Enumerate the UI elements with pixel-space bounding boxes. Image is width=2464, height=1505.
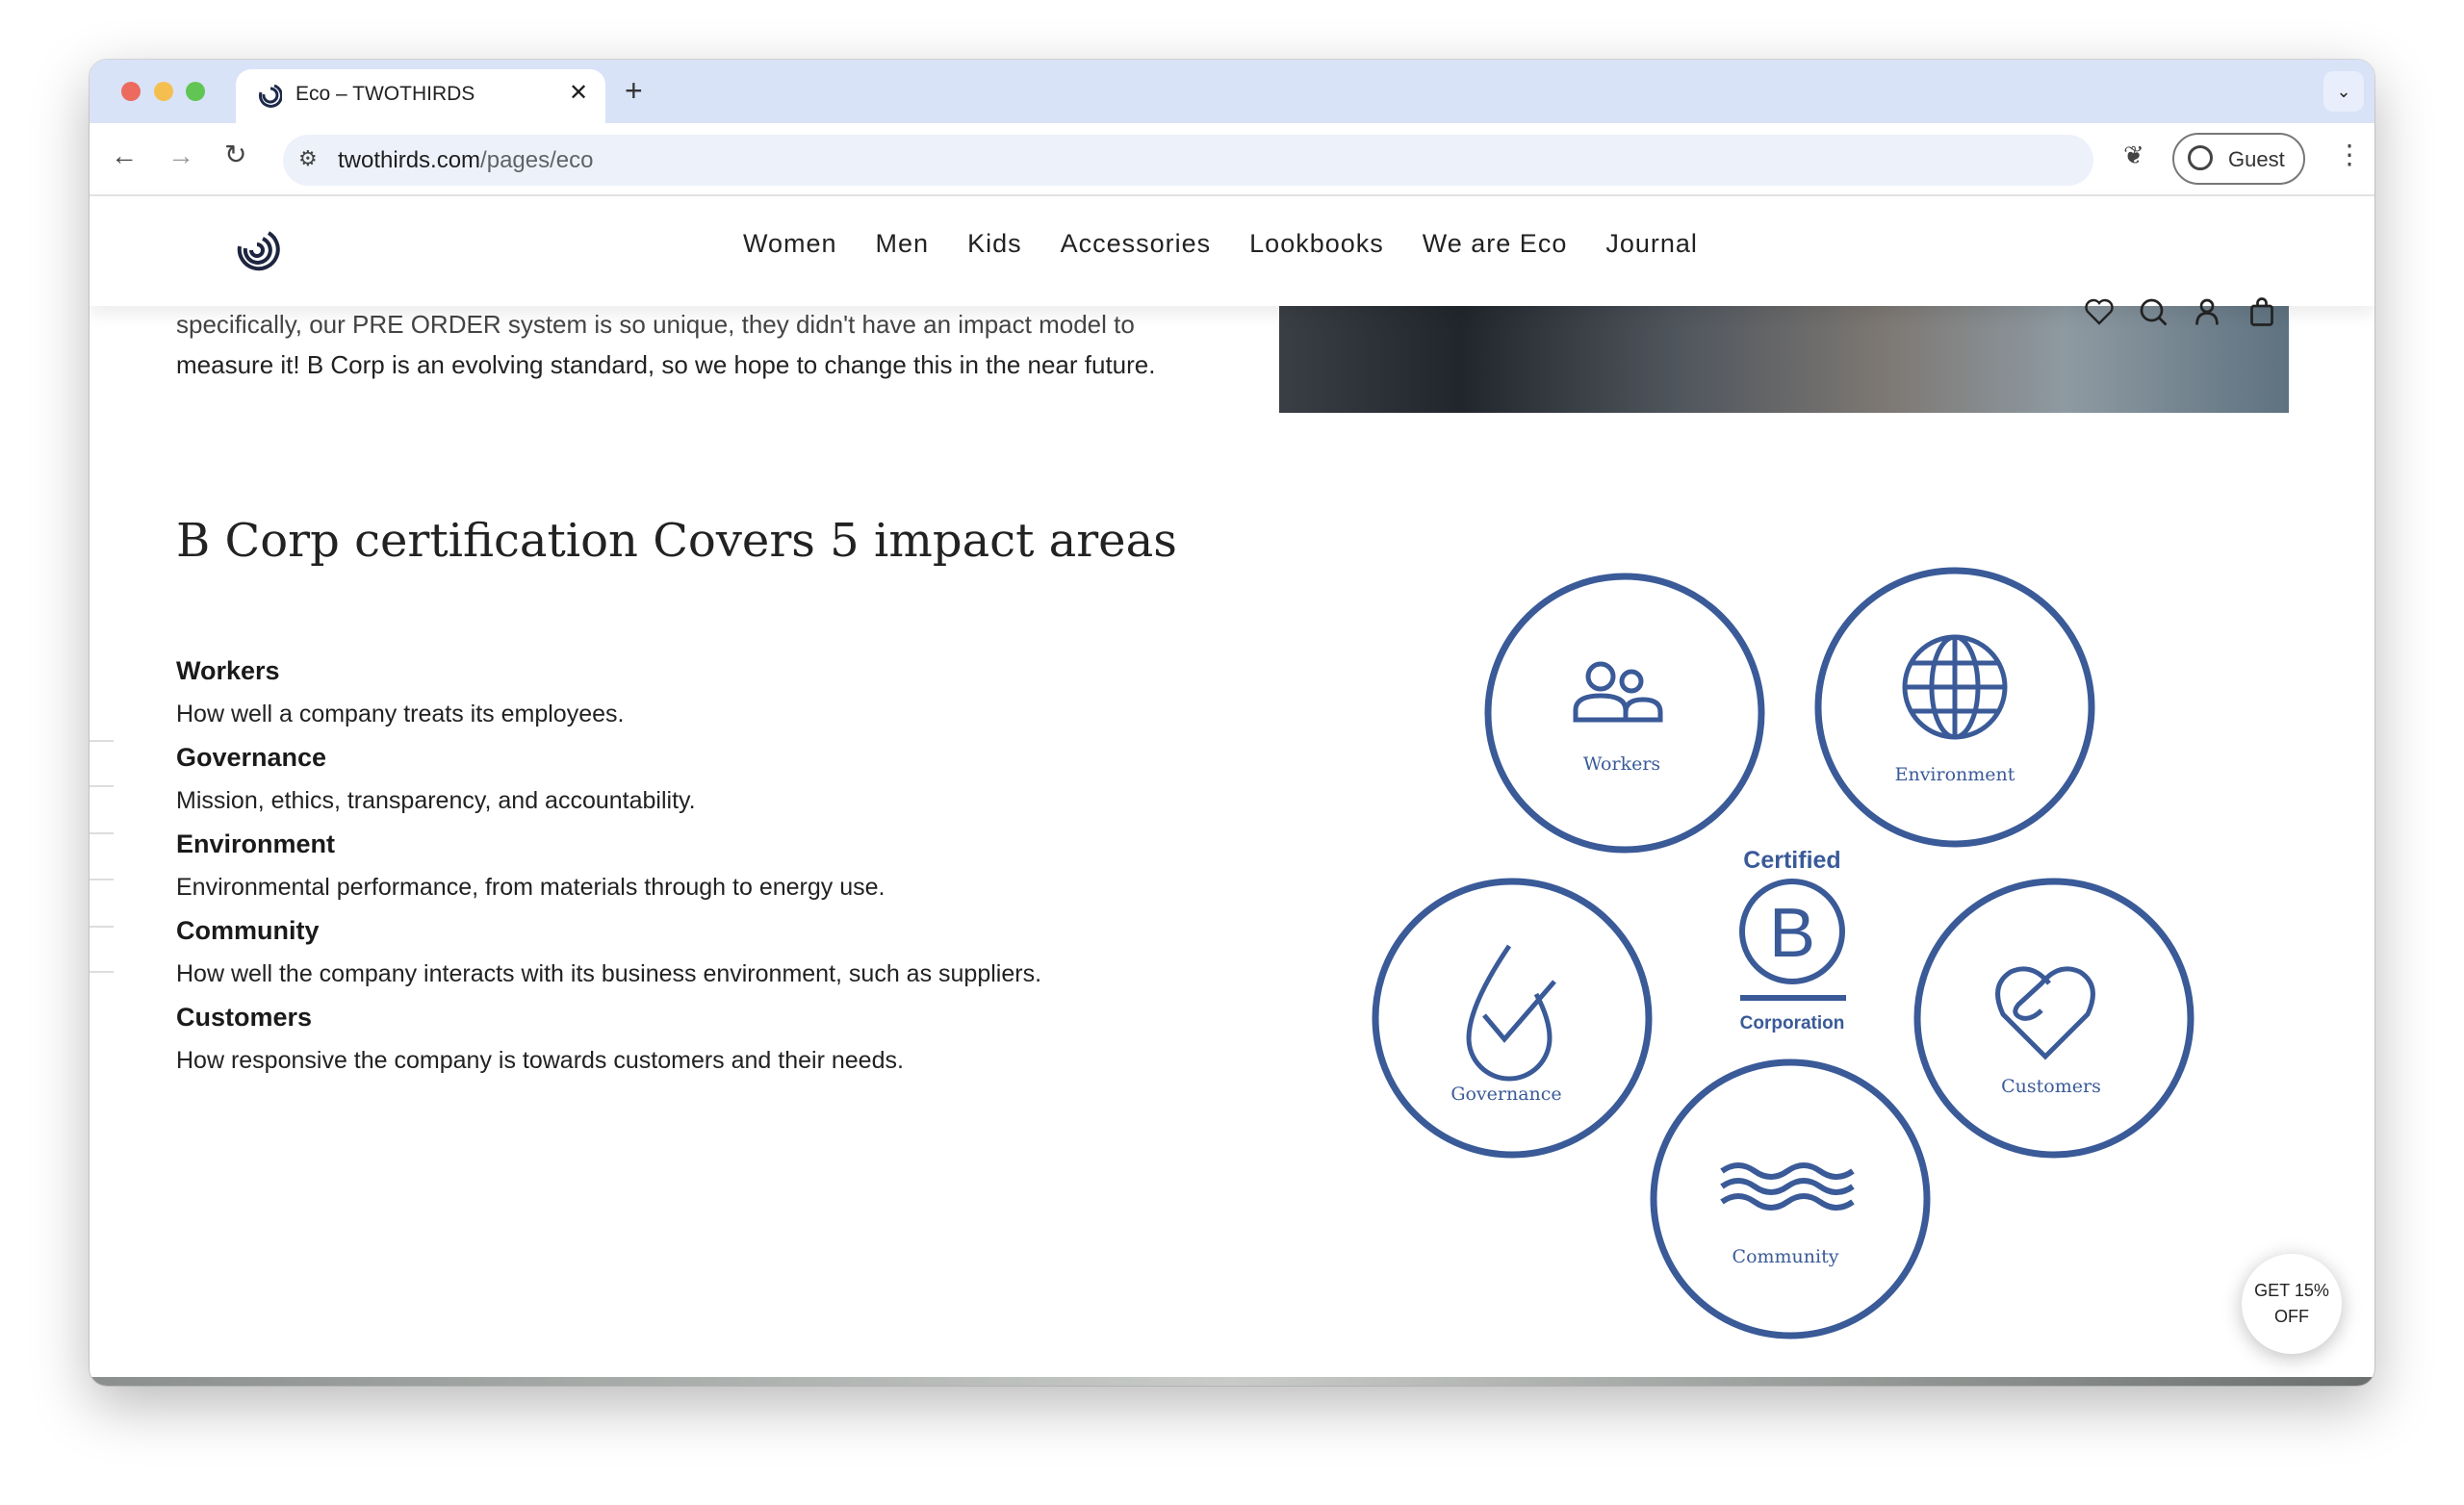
bottom-image-strip — [90, 1377, 2374, 1386]
tab-eco[interactable]: Eco – TWOTHIRDS ✕ — [236, 69, 605, 123]
new-tab-button[interactable]: + — [625, 73, 643, 109]
promo-line-1: GET 15% — [2254, 1281, 2329, 1300]
nav-men[interactable]: Men — [876, 229, 930, 259]
maximize-window-button[interactable] — [186, 82, 205, 101]
profile-label: Guest — [2228, 147, 2285, 171]
reload-icon[interactable]: ↻ — [224, 139, 246, 170]
nav-kids[interactable]: Kids — [967, 229, 1022, 259]
nav-we-are-eco[interactable]: We are Eco — [1423, 229, 1568, 259]
profile-button[interactable]: Guest — [2172, 133, 2305, 185]
customers-label: Customers — [2001, 1076, 2101, 1097]
nav-lookbooks[interactable]: Lookbooks — [1249, 229, 1384, 259]
svg-text:Certified: Certified — [1743, 847, 1840, 874]
browser-toolbar: ← → ↻ ⚙ twothirds.com/pages/eco ❦ Guest … — [90, 123, 2374, 196]
forward-arrow-icon[interactable]: → — [167, 140, 194, 171]
governance-label: Governance — [1450, 1084, 1561, 1105]
svg-text:B: B — [1769, 895, 1815, 972]
page-content: specifically, our PRE ORDER system is so… — [90, 196, 2374, 1386]
minimize-window-button[interactable] — [154, 82, 173, 101]
discount-popup-button[interactable]: GET 15% OFF — [2242, 1254, 2342, 1354]
community-label: Community — [1732, 1246, 1839, 1267]
governance-drop-check-icon — [1466, 944, 1556, 1082]
nav-accessories[interactable]: Accessories — [1061, 229, 1212, 259]
workers-label: Workers — [1583, 753, 1660, 775]
customers-circle — [1913, 878, 2194, 1159]
nav-journal[interactable]: Journal — [1605, 229, 1698, 259]
workers-people-icon — [1573, 661, 1663, 723]
governance-circle — [1372, 878, 1653, 1159]
bcorp-impact-graphic: Workers Environment Governance Customers… — [1372, 567, 2194, 1339]
tab-list-chevron-icon[interactable]: ⌄ — [2323, 71, 2364, 112]
environment-globe-icon — [1902, 634, 2008, 740]
url-text: twothirds.com/pages/eco — [338, 147, 594, 173]
svg-text:Corporation: Corporation — [1740, 1013, 1845, 1033]
close-tab-icon[interactable]: ✕ — [569, 79, 588, 107]
certified-b-corporation-logo: Certified B Corporation — [1739, 847, 1846, 1033]
site-header: Women Men Kids Accessories Lookbooks We … — [90, 196, 2374, 326]
profile-icon — [2188, 145, 2213, 170]
nav-women[interactable]: Women — [743, 229, 837, 259]
tab-title: Eco – TWOTHIRDS — [295, 83, 475, 105]
close-window-button[interactable] — [121, 82, 141, 101]
environment-label: Environment — [1895, 764, 2015, 785]
menu-kebab-icon[interactable]: ⋮ — [2336, 139, 2363, 170]
customers-heart-handshake-icon — [1995, 966, 2095, 1060]
browser-window: Eco – TWOTHIRDS ✕ + ⌄ ← → ↻ ⚙ twothirds.… — [90, 60, 2374, 1386]
promo-line-2: OFF — [2274, 1307, 2309, 1326]
shopping-bag-icon[interactable] — [2245, 294, 2279, 329]
search-icon[interactable] — [2136, 294, 2170, 329]
main-nav: Women Men Kids Accessories Lookbooks We … — [743, 229, 1698, 259]
community-waves-icon — [1720, 1162, 1855, 1211]
address-bar[interactable]: ⚙ twothirds.com/pages/eco — [283, 135, 2093, 186]
account-user-icon[interactable] — [2190, 294, 2224, 329]
wishlist-heart-icon[interactable] — [2082, 294, 2117, 329]
twothirds-logo[interactable] — [234, 229, 280, 275]
energy-saver-leaf-icon[interactable]: ❦ — [2123, 140, 2144, 170]
back-arrow-icon[interactable]: ← — [111, 140, 138, 171]
tab-bar: Eco – TWOTHIRDS ✕ + ⌄ — [90, 60, 2374, 123]
site-settings-icon[interactable]: ⚙ — [298, 146, 318, 171]
twothirds-favicon-icon — [258, 84, 282, 108]
